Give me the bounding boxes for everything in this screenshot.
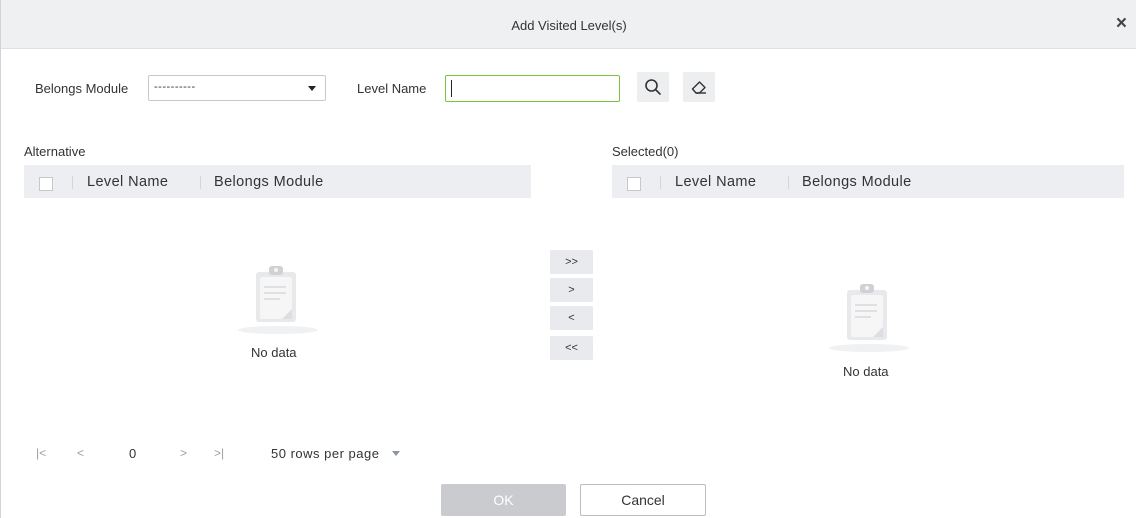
remove-selected-button[interactable]: < (550, 306, 593, 330)
selected-empty-text: No data (843, 364, 889, 379)
column-header-level-name[interactable]: Level Name (87, 174, 168, 190)
search-icon (645, 79, 661, 95)
close-icon[interactable]: × (1116, 14, 1127, 34)
add-all-button[interactable]: >> (550, 250, 593, 274)
ok-button[interactable]: OK (441, 484, 566, 516)
column-divider (660, 176, 661, 189)
belongs-module-label: Belongs Module (35, 81, 129, 96)
cancel-button[interactable]: Cancel (580, 484, 706, 516)
column-header-level-name[interactable]: Level Name (675, 174, 756, 190)
column-divider (72, 176, 73, 189)
text-cursor (451, 80, 452, 97)
level-name-label: Level Name (357, 81, 427, 96)
add-selected-button[interactable]: > (550, 278, 593, 302)
dialog-title-bar: Add Visited Level(s) × (1, 0, 1136, 49)
search-button[interactable] (637, 72, 669, 102)
column-header-belongs-module[interactable]: Belongs Module (802, 174, 912, 190)
selected-grid-header: Level Name Belongs Module (612, 165, 1124, 198)
empty-clipboard-icon (238, 266, 318, 334)
alternative-label: Alternative (24, 144, 86, 159)
selected-select-all-checkbox[interactable] (627, 177, 641, 191)
prev-page-icon[interactable]: < (77, 446, 84, 460)
alternative-select-all-checkbox[interactable] (39, 177, 53, 191)
pagination-bar: |< < 0 > >| 50 rows per page (1, 446, 421, 462)
column-divider (788, 176, 789, 189)
last-page-icon[interactable]: >| (214, 446, 224, 460)
chevron-down-icon (308, 86, 316, 91)
selected-label: Selected(0) (612, 144, 679, 159)
belongs-module-value: ---------- (154, 81, 196, 93)
first-page-icon[interactable]: |< (36, 446, 46, 460)
eraser-icon (691, 81, 706, 94)
alternative-grid-header: Level Name Belongs Module (24, 165, 531, 198)
rows-per-page-select[interactable]: 50 rows per page (271, 446, 379, 461)
chevron-down-icon[interactable] (392, 451, 400, 456)
belongs-module-select[interactable]: ---------- (148, 75, 326, 101)
clear-button[interactable] (683, 72, 715, 102)
remove-all-button[interactable]: << (550, 336, 593, 360)
alternative-empty-text: No data (251, 345, 297, 360)
level-name-input[interactable] (445, 75, 620, 102)
page-number: 0 (129, 446, 137, 461)
empty-clipboard-icon (829, 284, 909, 352)
column-header-belongs-module[interactable]: Belongs Module (214, 174, 324, 190)
next-page-icon[interactable]: > (180, 446, 187, 460)
column-divider (200, 176, 201, 189)
dialog-title: Add Visited Level(s) (511, 18, 627, 33)
add-visited-level-dialog: Add Visited Level(s) × Belongs Module --… (0, 0, 1136, 518)
